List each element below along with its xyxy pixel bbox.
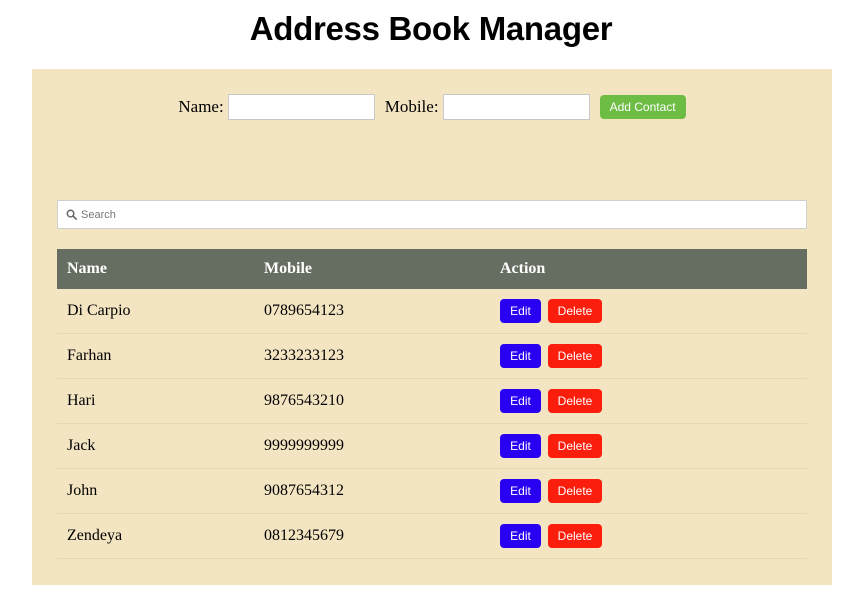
delete-button[interactable]: Delete	[548, 524, 602, 548]
row-actions: Edit Delete	[490, 289, 807, 334]
column-header-name: Name	[67, 260, 107, 277]
contact-mobile: 3233233123	[254, 333, 490, 379]
contact-mobile: 9087654312	[254, 468, 490, 514]
row-actions: Edit Delete	[490, 378, 807, 424]
column-header-mobile: Mobile	[264, 260, 312, 277]
contact-name: Jack	[57, 423, 254, 469]
search-icon	[66, 209, 78, 221]
table-row: Zendeya 0812345679 Edit Delete	[57, 513, 807, 559]
table-row: Hari 9876543210 Edit Delete	[57, 378, 807, 424]
contacts-table: Name Mobile Action Di Carpio 0789654123 …	[57, 249, 807, 559]
row-actions: Edit Delete	[490, 468, 807, 514]
mobile-label: Mobile:	[384, 97, 439, 116]
contact-name: Zendeya	[57, 513, 254, 559]
contact-name: Di Carpio	[57, 289, 254, 334]
column-header-action: Action	[500, 260, 546, 277]
page-title: Address Book Manager	[249, 10, 613, 47]
name-input[interactable]	[227, 94, 375, 120]
edit-button[interactable]: Edit	[500, 299, 541, 323]
mobile-input[interactable]	[442, 94, 590, 120]
delete-button[interactable]: Delete	[548, 344, 602, 368]
edit-button[interactable]: Edit	[500, 434, 541, 458]
add-contact-form: Name: Mobile: Add Contact	[32, 94, 832, 120]
contact-name: John	[57, 468, 254, 514]
contact-mobile: 0812345679	[254, 513, 490, 559]
edit-button[interactable]: Edit	[500, 389, 541, 413]
row-actions: Edit Delete	[490, 333, 807, 379]
edit-button[interactable]: Edit	[500, 524, 541, 548]
edit-button[interactable]: Edit	[500, 479, 541, 503]
table-row: Di Carpio 0789654123 Edit Delete	[57, 289, 807, 334]
address-book-panel: Name: Mobile: Add Contact Name Mobile Ac…	[32, 69, 832, 585]
table-row: John 9087654312 Edit Delete	[57, 468, 807, 514]
add-contact-button[interactable]: Add Contact	[599, 95, 686, 119]
contact-mobile: 0789654123	[254, 289, 490, 334]
search-input[interactable]	[81, 204, 806, 225]
edit-button[interactable]: Edit	[500, 344, 541, 368]
delete-button[interactable]: Delete	[548, 389, 602, 413]
name-label: Name:	[178, 97, 224, 116]
contact-name: Hari	[57, 378, 254, 424]
search-box[interactable]	[57, 200, 807, 229]
row-actions: Edit Delete	[490, 513, 807, 559]
contact-name: Farhan	[57, 333, 254, 379]
table-row: Jack 9999999999 Edit Delete	[57, 423, 807, 469]
contact-mobile: 9999999999	[254, 423, 490, 469]
delete-button[interactable]: Delete	[548, 299, 602, 323]
contact-mobile: 9876543210	[254, 378, 490, 424]
delete-button[interactable]: Delete	[548, 479, 602, 503]
row-actions: Edit Delete	[490, 423, 807, 469]
table-header-row: Name Mobile Action	[57, 249, 807, 289]
table-row: Farhan 3233233123 Edit Delete	[57, 333, 807, 379]
delete-button[interactable]: Delete	[548, 434, 602, 458]
